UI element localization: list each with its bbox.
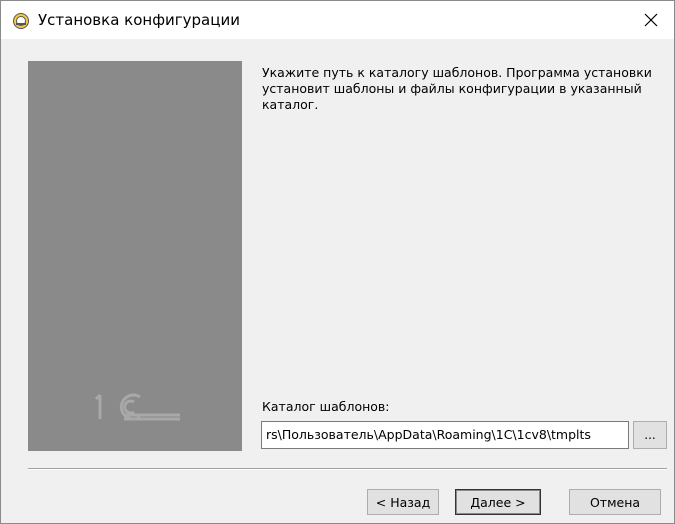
setup-dialog: Установка конфигурации Укажите путь к ка… bbox=[0, 0, 675, 524]
close-icon bbox=[644, 13, 658, 27]
templates-folder-value: rs\Пользователь\AppData\Roaming\1C\1cv8\… bbox=[266, 427, 591, 442]
window-title: Установка конфигурации bbox=[38, 11, 240, 29]
title-bar: Установка конфигурации bbox=[1, 1, 674, 39]
templates-folder-input[interactable]: rs\Пользователь\AppData\Roaming\1C\1cv8\… bbox=[261, 421, 629, 449]
separator bbox=[28, 468, 667, 470]
cancel-button[interactable]: Отмена bbox=[569, 489, 661, 515]
1c-app-icon bbox=[13, 13, 29, 29]
templates-folder-label: Каталог шаблонов: bbox=[262, 399, 390, 414]
back-button[interactable]: < Назад bbox=[367, 489, 439, 515]
instruction-text: Укажите путь к каталогу шаблонов. Програ… bbox=[262, 65, 652, 112]
side-banner bbox=[28, 61, 242, 451]
close-button[interactable] bbox=[628, 1, 674, 39]
browse-button[interactable]: ... bbox=[633, 421, 667, 449]
1c-logo bbox=[94, 393, 180, 421]
next-button[interactable]: Далее > bbox=[455, 489, 541, 515]
